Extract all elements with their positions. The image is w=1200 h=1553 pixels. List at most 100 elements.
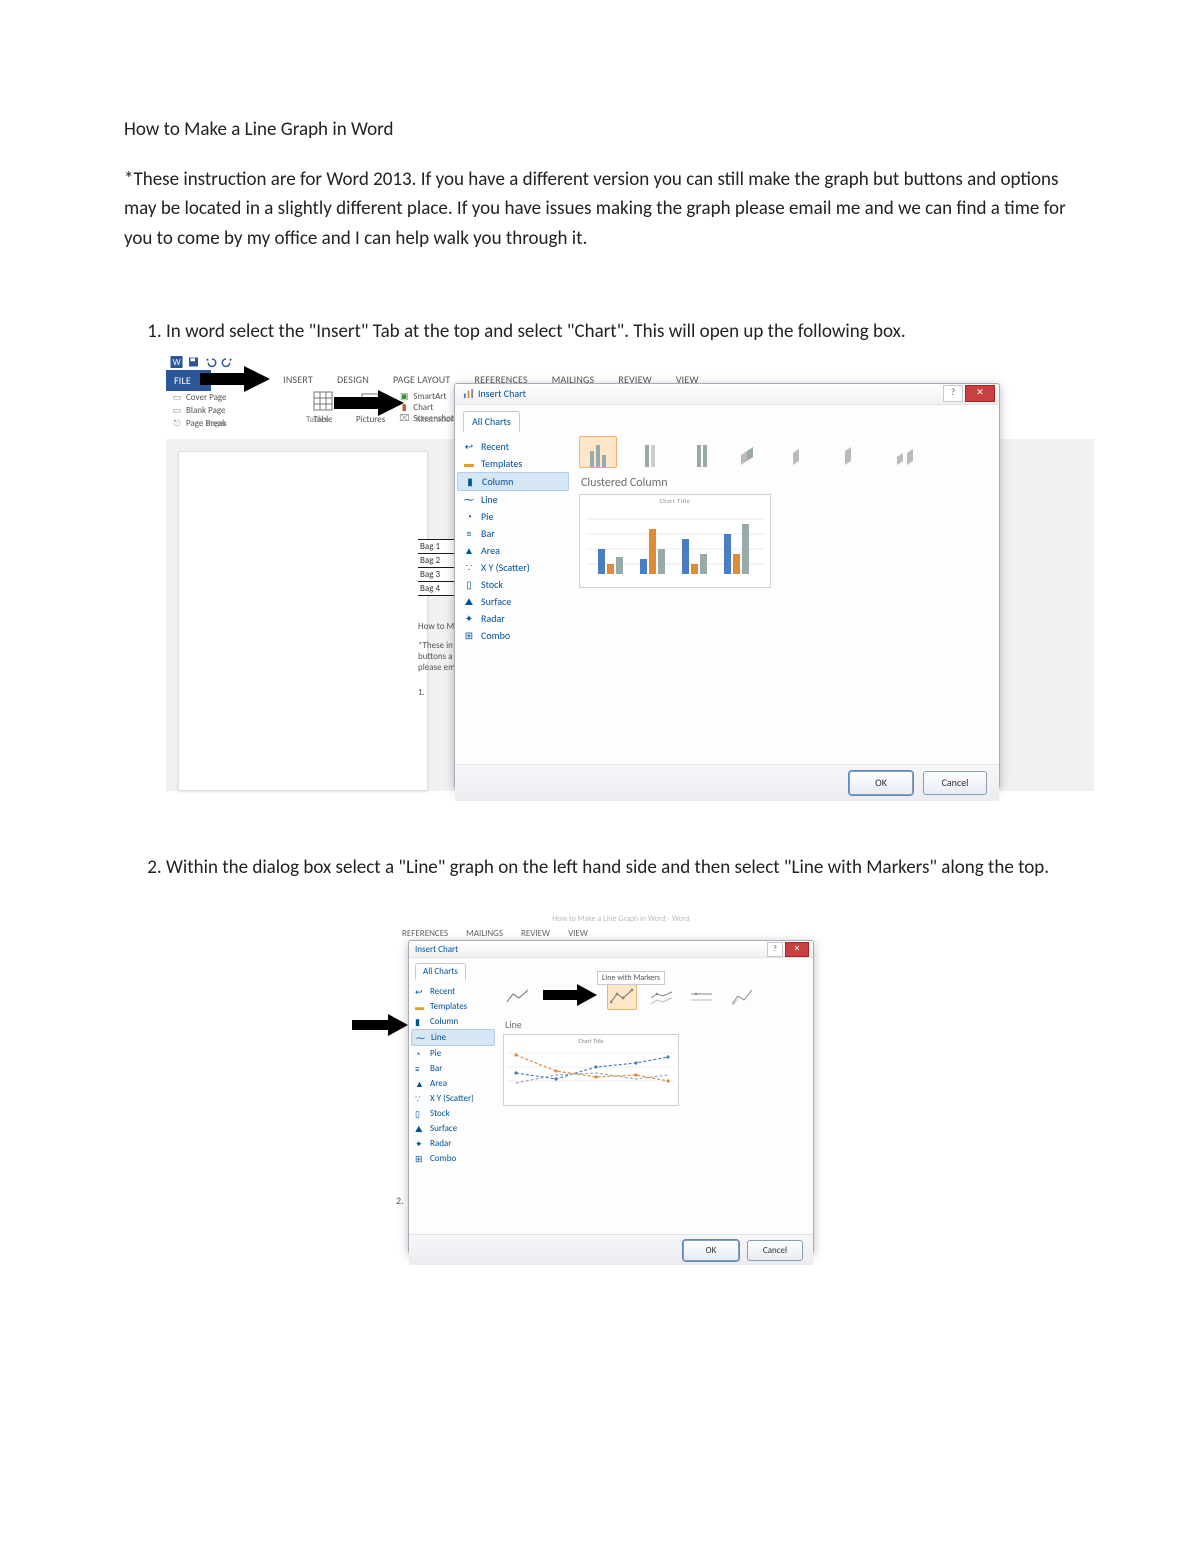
subtype-3d-column[interactable] (891, 436, 929, 468)
cat-templates[interactable]: ▬Templates (457, 455, 569, 472)
cat-xy[interactable]: ∵X Y (Scatter) (457, 559, 569, 576)
tab-mailings[interactable]: MAILINGS (466, 928, 503, 939)
tab-review[interactable]: REVIEW (521, 928, 550, 939)
screenshot-1: How to Make a Line Graph in Word - Word … (166, 353, 1094, 793)
save-icon[interactable] (187, 356, 200, 368)
tab-references[interactable]: REFERENCES (402, 928, 448, 939)
page-icon: ▭ (172, 404, 182, 417)
cat-bar[interactable]: ≡Bar (457, 525, 569, 542)
chart-icon: ▮ (399, 402, 409, 413)
pictures-button[interactable]: Pictures (356, 391, 385, 425)
preview-chart (508, 1045, 674, 1101)
cat-stock[interactable]: ▯Stock (457, 576, 569, 593)
surface-icon: ⛰ (463, 595, 475, 607)
break-icon: ⎋ (172, 417, 182, 430)
subtype-stacked-line-markers[interactable] (647, 984, 677, 1010)
subtype-line[interactable] (503, 984, 533, 1010)
cat-area[interactable]: ▲Area (411, 1076, 495, 1091)
cat-surface[interactable]: ⛰Surface (411, 1121, 495, 1136)
recent-icon: ↩ (415, 987, 425, 997)
radar-icon: ✦ (415, 1139, 425, 1149)
pie-icon: ◔ (415, 1049, 425, 1059)
cat-pie[interactable]: ◔Pie (457, 508, 569, 525)
cat-radar[interactable]: ✦Radar (411, 1136, 495, 1151)
tab-insert[interactable]: INSERT (283, 373, 313, 386)
subtype-line-with-markers[interactable] (607, 984, 637, 1010)
cat-recent[interactable]: ↩Recent (457, 438, 569, 455)
group-label-tables: Tables (306, 414, 329, 425)
combo-icon: ⊞ (463, 629, 475, 641)
arrow-to-line-category (352, 1014, 408, 1036)
tab-view[interactable]: VIEW (568, 928, 588, 939)
cat-combo[interactable]: ⊞Combo (457, 627, 569, 644)
step-2-text: Within the dialog box select a "Line" gr… (166, 853, 1076, 882)
folder-icon: ▬ (463, 457, 475, 469)
cat-templates[interactable]: ▬Templates (411, 999, 495, 1014)
cat-line[interactable]: ⁓Line (411, 1029, 495, 1046)
cat-combo[interactable]: ⊞Combo (411, 1151, 495, 1166)
redo-icon[interactable] (221, 356, 234, 368)
line-icon: ⁓ (463, 493, 475, 505)
subtype-stacked-column[interactable] (631, 436, 669, 468)
cover-page-button[interactable]: ▭Cover Page (172, 391, 282, 404)
subtype-3d-100-stacked[interactable] (839, 436, 877, 468)
subtype-tooltip: Line with Markers (597, 971, 665, 985)
ribbon-group-pages: ▭Cover Page ▭Blank Page ⎋Page Break Page… (172, 391, 282, 430)
tab-home[interactable]: HOME (232, 373, 259, 386)
recent-icon: ↩ (463, 440, 475, 452)
scatter-icon: ∵ (463, 561, 475, 573)
smartart-icon: ▣ (399, 391, 409, 402)
tab-all-charts[interactable]: All Charts (415, 963, 466, 980)
cat-xy[interactable]: ∵X Y (Scatter) (411, 1091, 495, 1106)
picture-icon (361, 391, 381, 411)
word-icon: W (170, 356, 183, 368)
ok-button[interactable]: OK (683, 1240, 739, 1261)
cancel-button[interactable]: Cancel (923, 771, 987, 795)
cat-stock[interactable]: ▯Stock (411, 1106, 495, 1121)
page-break-button[interactable]: ⎋Page Break (172, 417, 282, 430)
tab-page-layout[interactable]: PAGE LAYOUT (393, 373, 451, 386)
cat-surface[interactable]: ⛰Surface (457, 593, 569, 610)
column-icon: ▮ (464, 475, 476, 487)
insert-chart-dialog: Insert Chart ? ✕ All Charts ↩Recent ▬Tem… (454, 383, 1000, 789)
chart-dialog-icon (463, 388, 474, 399)
tab-file[interactable]: FILE (166, 370, 211, 391)
help-button[interactable]: ? (767, 942, 783, 957)
cat-column[interactable]: ▮Column (411, 1014, 495, 1029)
chart-category-list: ↩Recent ▬Templates ▮Column ⁓Line ◔Pie ≡B… (455, 432, 571, 764)
ok-button[interactable]: OK (849, 771, 913, 795)
chart-subtype-panel: Line with Markers Line Chart Title (497, 980, 813, 1234)
blank-page-button[interactable]: ▭Blank Page (172, 404, 282, 417)
preview-title: Chart Title (504, 1037, 678, 1045)
tab-design[interactable]: DESIGN (337, 373, 369, 386)
subtype-3d-stacked[interactable] (787, 436, 825, 468)
subtype-100-stacked-column[interactable] (683, 436, 721, 468)
bar-icon: ≡ (463, 527, 475, 539)
screenshot-icon: ⌧ (399, 413, 409, 424)
cat-recent[interactable]: ↩Recent (411, 984, 495, 999)
subtype-clustered-column[interactable] (579, 436, 617, 468)
help-button[interactable]: ? (943, 385, 963, 402)
doc-page (178, 451, 428, 791)
subtype-3d-clustered[interactable] (735, 436, 773, 468)
cat-column[interactable]: ▮Column (457, 472, 569, 491)
dialog-titlebar: Insert Chart ? ✕ (455, 384, 999, 405)
cancel-button[interactable]: Cancel (747, 1240, 803, 1261)
close-button[interactable]: ✕ (965, 385, 995, 402)
subtype-100-stacked-line-markers[interactable] (687, 984, 717, 1010)
tab-all-charts[interactable]: All Charts (463, 411, 520, 432)
close-button[interactable]: ✕ (785, 942, 809, 957)
cat-bar[interactable]: ≡Bar (411, 1061, 495, 1076)
subtype-3d-line[interactable] (727, 984, 757, 1010)
cat-area[interactable]: ▲Area (457, 542, 569, 559)
bar-icon: ≡ (415, 1064, 425, 1074)
surface-icon: ⛰ (415, 1124, 425, 1134)
table-icon (313, 391, 333, 411)
undo-icon[interactable] (204, 356, 217, 368)
quick-access-toolbar: W (166, 353, 1098, 371)
cat-pie[interactable]: ◔Pie (411, 1046, 495, 1061)
cat-radar[interactable]: ✦Radar (457, 610, 569, 627)
area-icon: ▲ (415, 1079, 425, 1089)
cat-line[interactable]: ⁓Line (457, 491, 569, 508)
stock-icon: ▯ (415, 1109, 425, 1119)
